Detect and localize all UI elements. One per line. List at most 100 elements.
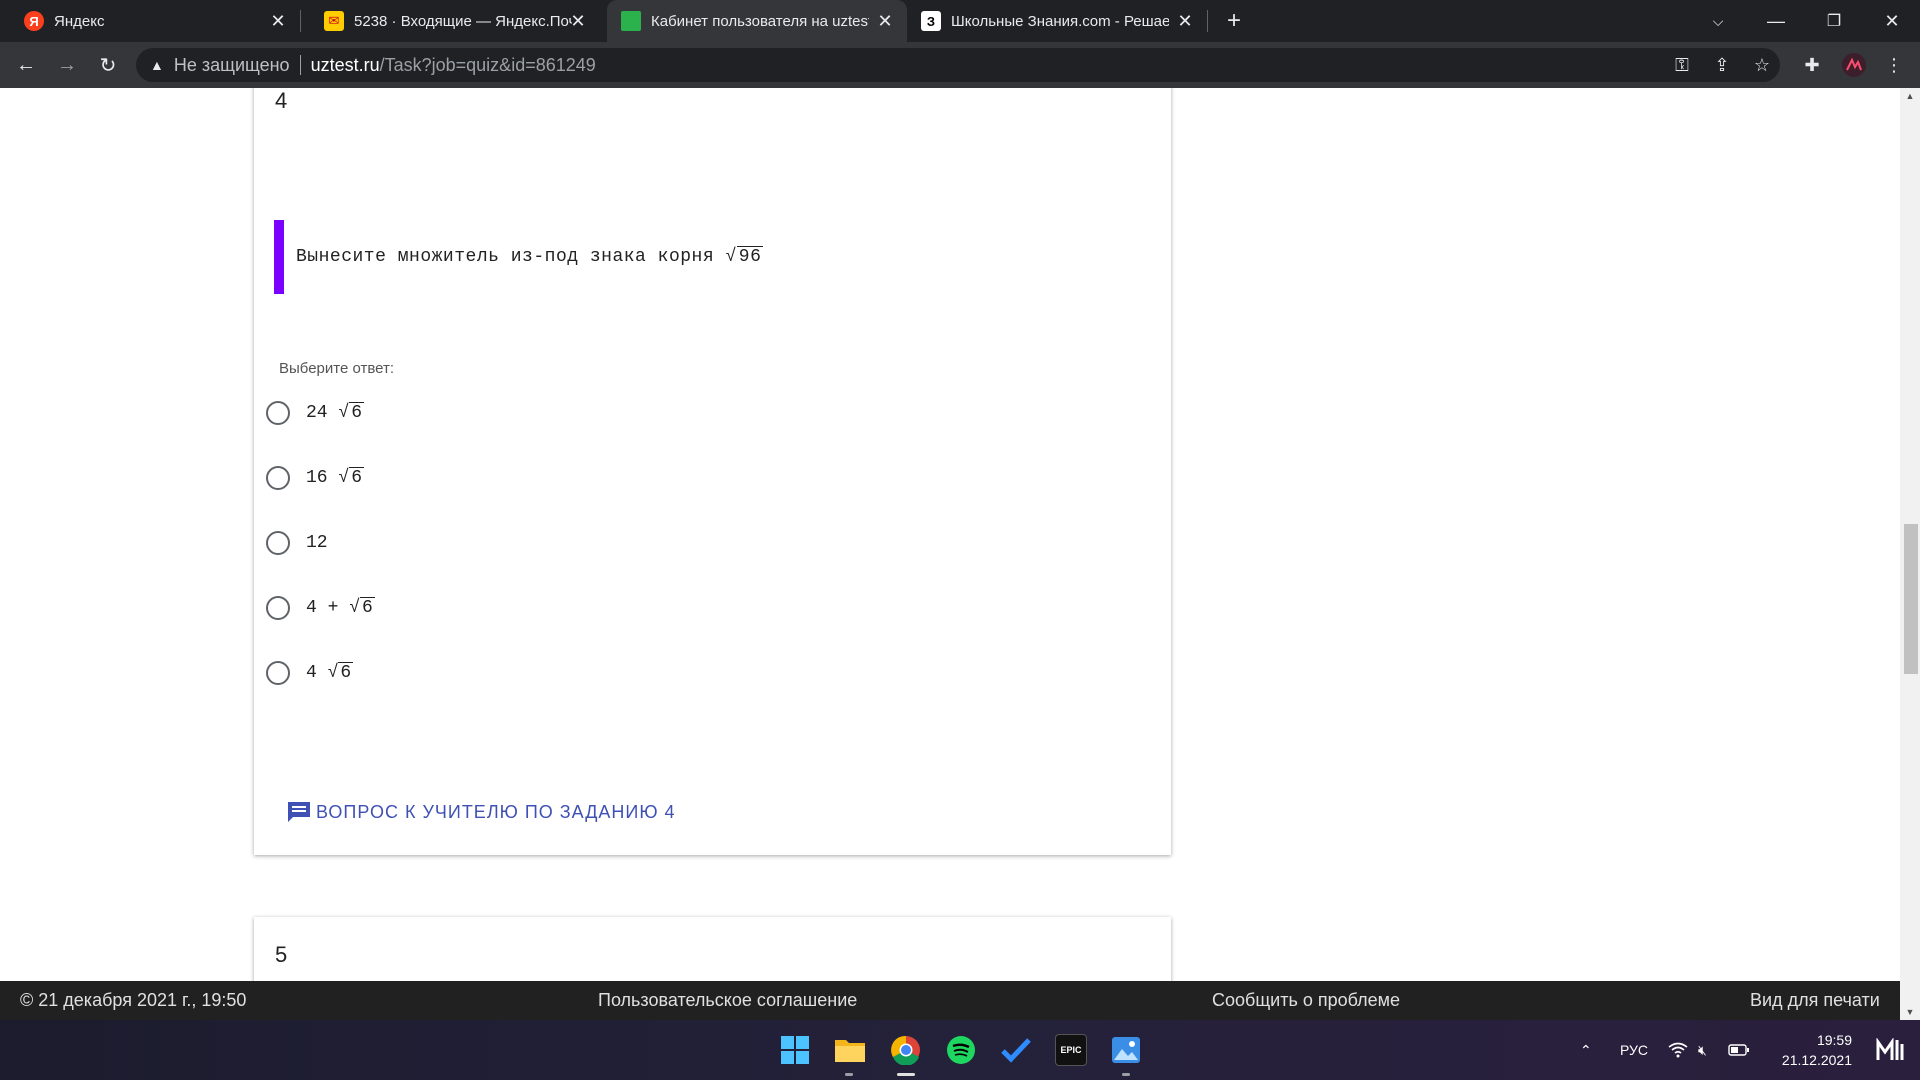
address-bar[interactable]: ▲ Не защищено uztest.ru/Task?job=quiz&id… (136, 48, 1780, 82)
sqrt-expression: √ 6 (349, 597, 375, 618)
running-indicator (897, 1073, 915, 1076)
close-tab-icon[interactable]: ✕ (568, 11, 588, 31)
battery-icon[interactable] (1728, 1020, 1750, 1080)
notification-icon[interactable] (1876, 1020, 1904, 1080)
radio-button[interactable] (266, 466, 290, 490)
photos-icon[interactable] (1110, 1034, 1142, 1066)
file-explorer-icon[interactable] (834, 1034, 866, 1066)
close-tab-icon[interactable]: ✕ (875, 11, 895, 31)
answer-option[interactable]: 16 √ 6 (266, 463, 365, 493)
profile-avatar[interactable] (1840, 51, 1868, 79)
question-number: 4 (275, 88, 288, 113)
yandex-icon: Я (24, 11, 44, 31)
answer-option[interactable]: 4 + √ 6 (266, 593, 375, 623)
scroll-up-icon[interactable]: ▲ (1900, 88, 1920, 104)
option-label[interactable]: 24 √ 6 (306, 402, 365, 423)
radicand: 6 (349, 467, 365, 488)
url-text[interactable]: uztest.ru/Task?job=quiz&id=861249 (311, 55, 596, 76)
tab-search-button[interactable]: ⌵ (1690, 0, 1746, 42)
radio-button[interactable] (266, 596, 290, 620)
question-card: 5 (254, 917, 1171, 981)
close-tab-icon[interactable]: ✕ (1175, 11, 1195, 31)
clock-date: 21.12.2021 (1781, 1052, 1852, 1068)
option-coefficient: 4 (306, 663, 328, 683)
url-host: uztest.ru (310, 54, 380, 75)
tab-yandex[interactable]: Я Яндекс ✕ (0, 0, 300, 42)
windows-start-icon[interactable] (779, 1034, 811, 1066)
epic-games-icon[interactable]: EPIC (1055, 1034, 1087, 1066)
question-statement: Вынесите множитель из-под знака корня (296, 247, 726, 267)
scroll-down-icon[interactable]: ▼ (1900, 1004, 1920, 1020)
answer-option[interactable]: 24 √ 6 (266, 398, 365, 428)
tab-title: 5238 · Входящие — Яндекс.Почта (354, 12, 572, 30)
radicand: 6 (349, 402, 365, 423)
ask-teacher-link[interactable]: ВОПРОС К УЧИТЕЛЮ ПО ЗАДАНИЮ 4 (286, 800, 676, 824)
forward-button[interactable]: → (51, 49, 83, 81)
option-label[interactable]: 4 + √ 6 (306, 597, 375, 618)
sqrt-expression: √ 6 (338, 402, 365, 423)
windows-taskbar: EPIC ⌃ РУС 🔇︎ 19:59 21.12.2021 (0, 1020, 1920, 1080)
user-agreement-link[interactable]: Пользовательское соглашение (598, 990, 857, 1011)
security-label[interactable]: Не защищено (174, 55, 290, 76)
page-scrollbar[interactable]: ▲ ▼ (1900, 88, 1920, 1020)
answer-option[interactable]: 12 (266, 528, 328, 558)
todo-icon[interactable] (1000, 1034, 1032, 1066)
clock-time: 19:59 (1816, 1032, 1852, 1048)
share-icon[interactable]: ⇪ (1708, 51, 1736, 79)
option-label[interactable]: 16 √ 6 (306, 467, 365, 488)
running-indicator (845, 1073, 853, 1076)
browser-toolbar: ← → ↻ ▲ Не защищено uztest.ru/Task?job=q… (0, 42, 1920, 88)
tab-znania[interactable]: З Школьные Знания.com - Решаем ✕ (907, 0, 1207, 42)
show-hidden-icons[interactable]: ⌃ (1580, 1020, 1592, 1080)
sqrt-expression: √ 96 (725, 246, 764, 267)
url-path: /Task?job=quiz&id=861249 (379, 54, 596, 75)
tab-title: Кабинет пользователя на uztest (651, 12, 869, 30)
running-indicator (1122, 1073, 1130, 1076)
ask-teacher-label[interactable]: ВОПРОС К УЧИТЕЛЮ ПО ЗАДАНИЮ 4 (316, 802, 676, 823)
radio-button[interactable] (266, 401, 290, 425)
bookmark-star-icon[interactable]: ☆ (1748, 51, 1776, 79)
question-text-block: Вынесите множитель из-под знака корня √ 9… (274, 220, 764, 294)
warning-icon[interactable]: ▲ (150, 57, 164, 73)
yandex-mail-icon: ✉ (324, 11, 344, 31)
divider (299, 55, 301, 75)
close-window-button[interactable]: ✕ (1864, 0, 1920, 42)
extensions-icon[interactable]: ✚ (1798, 51, 1826, 79)
uztest-icon (621, 11, 641, 31)
tab-title: Школьные Знания.com - Решаем (951, 12, 1169, 30)
reload-button[interactable]: ↻ (92, 49, 124, 81)
option-label[interactable]: 12 (306, 533, 328, 553)
tab-title: Яндекс (54, 12, 105, 30)
tab-yandex-mail[interactable]: ✉ 5238 · Входящие — Яндекс.Почта ✕ (300, 0, 600, 42)
key-icon[interactable]: ⚿ (1668, 51, 1696, 79)
scrollbar-thumb[interactable] (1904, 524, 1918, 674)
copyright-text: © 21 декабря 2021 г., 19:50 (20, 990, 247, 1010)
option-coefficient: 4 + (306, 598, 350, 618)
radicand: 6 (360, 597, 375, 618)
report-problem-link[interactable]: Сообщить о проблеме (1212, 990, 1400, 1011)
radio-button[interactable] (266, 661, 290, 685)
answer-option[interactable]: 4 √ 6 (266, 658, 354, 688)
minimize-button[interactable]: — (1748, 0, 1804, 42)
chrome-icon[interactable] (890, 1034, 922, 1066)
language-indicator[interactable]: РУС (1620, 1020, 1648, 1080)
close-tab-icon[interactable]: ✕ (268, 11, 288, 31)
comment-icon (288, 802, 310, 822)
option-label[interactable]: 4 √ 6 (306, 662, 354, 683)
radicand: 6 (338, 662, 354, 683)
tab-uztest[interactable]: Кабинет пользователя на uztest ✕ (607, 0, 907, 42)
menu-icon[interactable]: ⋮ (1880, 51, 1908, 79)
option-coefficient: 24 (306, 403, 339, 423)
system-clock[interactable]: 19:59 21.12.2021 (1760, 1030, 1852, 1070)
page-viewport: 4 Вынесите множитель из-под знака корня … (0, 88, 1900, 981)
volume-muted-icon[interactable]: 🔇︎ (1698, 1020, 1707, 1080)
print-view-link[interactable]: Вид для печати (1750, 990, 1880, 1011)
restore-button[interactable]: ❐ (1806, 0, 1862, 42)
wifi-icon[interactable] (1668, 1020, 1688, 1080)
spotify-icon[interactable] (945, 1034, 977, 1066)
back-button[interactable]: ← (10, 49, 42, 81)
znania-icon: З (921, 11, 941, 31)
choose-answer-label: Выберите ответ: (279, 360, 395, 377)
radio-button[interactable] (266, 531, 290, 555)
new-tab-button[interactable]: + (1206, 0, 1262, 42)
